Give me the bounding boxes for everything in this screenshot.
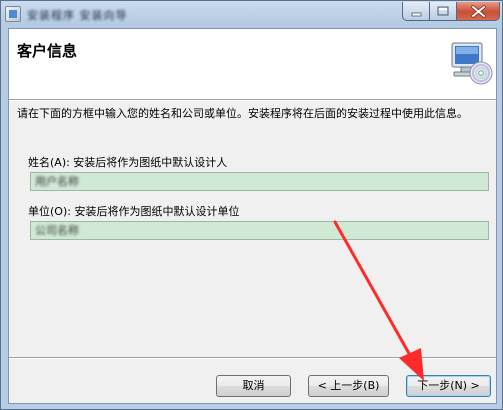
maximize-button[interactable]: [430, 2, 457, 21]
dialog-content: 客户信息 请在下面的方框中输入您的姓名和公司或单位。安装程序将在后面的安装过程中…: [8, 28, 497, 404]
installer-window: 安装程序 安装向导 客户信息 请在下面的方框中输入您的姓名和公司或单位。安装程序…: [0, 0, 503, 410]
back-button[interactable]: < 上一步(B): [308, 375, 389, 397]
window-title: 安装程序 安装向导: [27, 9, 128, 22]
minimize-icon: [411, 12, 422, 17]
title-bar[interactable]: 安装程序 安装向导: [1, 1, 503, 28]
organization-input[interactable]: 公司名称: [30, 221, 489, 240]
maximize-icon: [437, 6, 449, 16]
minimize-button[interactable]: [402, 2, 430, 21]
close-button[interactable]: [457, 2, 500, 21]
footer-divider: [9, 357, 496, 359]
name-label: 姓名(A): 安装后将作为图纸中默认设计人: [28, 156, 228, 169]
name-value: 用户名称: [35, 175, 79, 188]
organization-value: 公司名称: [35, 224, 79, 237]
installer-app-icon: [5, 6, 21, 22]
next-button[interactable]: 下一步(N) >: [406, 375, 491, 397]
page-title: 客户信息: [17, 42, 78, 60]
name-input[interactable]: 用户名称: [30, 172, 489, 191]
cancel-button[interactable]: 取消: [216, 375, 291, 397]
header-banner: 客户信息: [9, 29, 496, 99]
close-icon: [471, 5, 486, 18]
instruction-text: 请在下面的方框中输入您的姓名和公司或单位。安装程序将在后面的安装过程中使用此信息…: [17, 107, 468, 120]
header-divider: [9, 99, 496, 101]
organization-label: 单位(O): 安装后将作为图纸中默认设计单位: [28, 205, 240, 218]
computer-cd-icon: [451, 42, 493, 85]
